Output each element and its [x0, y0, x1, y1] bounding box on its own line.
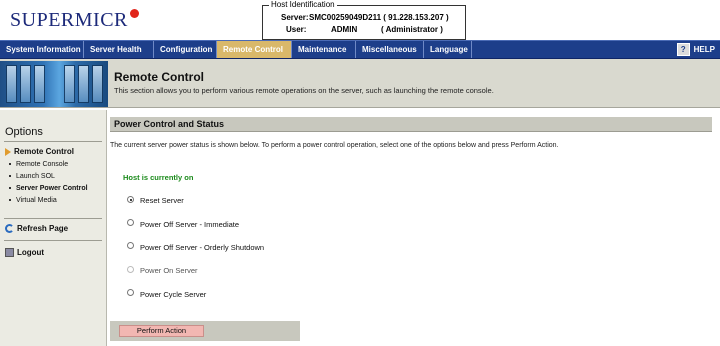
- nav-maintenance[interactable]: Maintenance: [292, 41, 356, 58]
- section-header: Power Control and Status: [110, 117, 712, 132]
- user-role: ( Administrator ): [381, 25, 443, 34]
- top-bar: SUPERMICR Host Identification Server: SM…: [0, 0, 720, 40]
- rack-graphic: [78, 65, 89, 103]
- radio-reset-server[interactable]: [127, 196, 134, 203]
- sidebar-divider: [4, 141, 102, 142]
- logo-dot-icon: [129, 9, 139, 18]
- main-nav: System Information Server Health Configu…: [0, 40, 720, 59]
- bullet-icon: [9, 163, 11, 166]
- page-description: This section allows you to perform vario…: [114, 86, 494, 95]
- nav-configuration[interactable]: Configuration: [154, 41, 217, 58]
- option-label-reset-server: Reset Server: [140, 196, 184, 205]
- option-label-power-off-immediate: Power Off Server - Immediate: [140, 220, 240, 229]
- options-sidebar: Options Remote Control Remote Console La…: [0, 110, 107, 346]
- user-value: ADMIN: [331, 25, 358, 34]
- option-label-power-on-server: Power On Server: [140, 266, 198, 275]
- sidebar-item-label: Launch SOL: [16, 173, 55, 180]
- logout-icon: [5, 248, 14, 258]
- radio-power-cycle-server[interactable]: [127, 289, 134, 296]
- host-identification-legend: Host Identification: [269, 0, 337, 9]
- rack-graphic: [20, 65, 31, 103]
- sidebar-title: Options: [5, 126, 43, 138]
- nav-language[interactable]: Language: [424, 41, 472, 58]
- action-bar: Perform Action: [110, 321, 300, 341]
- power-status: Host is currently on: [123, 173, 194, 182]
- server-label: Server:: [281, 13, 309, 22]
- sidebar-section-remote-control[interactable]: Remote Control: [5, 147, 74, 156]
- rack-graphic: [6, 65, 17, 103]
- nav-miscellaneous[interactable]: Miscellaneous: [356, 41, 424, 58]
- user-label: User:: [286, 25, 307, 34]
- bullet-icon: [9, 199, 11, 202]
- server-rack-image: [0, 61, 108, 107]
- radio-power-off-orderly[interactable]: [127, 242, 134, 249]
- refresh-icon: [5, 224, 14, 234]
- server-value: SMC00259049D211 ( 91.228.153.207 ): [309, 13, 449, 22]
- sidebar-section-label: Remote Control: [14, 147, 74, 156]
- sidebar-item-label: Virtual Media: [16, 197, 57, 204]
- help-label: HELP: [693, 45, 715, 54]
- radio-power-on-server: [127, 266, 134, 273]
- option-label-power-off-orderly: Power Off Server - Orderly Shutdown: [140, 243, 265, 252]
- radio-power-off-immediate[interactable]: [127, 219, 134, 226]
- logout-link[interactable]: Logout: [5, 248, 45, 258]
- bullet-icon: [9, 175, 11, 178]
- sidebar-item-virtual-media[interactable]: Virtual Media: [9, 197, 57, 204]
- page-title: Remote Control: [114, 70, 204, 84]
- option-label-power-cycle-server: Power Cycle Server: [140, 290, 207, 299]
- host-identification: Host Identification Server: SMC00259049D…: [262, 0, 466, 40]
- sidebar-item-server-power-control[interactable]: Server Power Control: [9, 185, 88, 192]
- supermicro-logo: SUPERMICR: [10, 9, 139, 32]
- refresh-page-link[interactable]: Refresh Page: [5, 224, 69, 234]
- help-link[interactable]: ? HELP: [676, 43, 715, 57]
- sidebar-item-label: Server Power Control: [16, 185, 88, 192]
- refresh-label: Refresh Page: [17, 224, 69, 233]
- nav-system-information[interactable]: System Information: [0, 41, 84, 58]
- rack-graphic: [92, 65, 103, 103]
- sidebar-divider: [4, 240, 102, 241]
- bullet-icon: [9, 187, 11, 190]
- question-icon: ?: [676, 43, 690, 57]
- logout-label: Logout: [17, 248, 45, 257]
- rack-graphic: [64, 65, 75, 103]
- sidebar-item-launch-sol[interactable]: Launch SOL: [9, 173, 55, 180]
- perform-action-button[interactable]: Perform Action: [119, 325, 204, 337]
- nav-remote-control[interactable]: Remote Control: [217, 41, 292, 58]
- nav-server-health[interactable]: Server Health: [84, 41, 154, 58]
- sidebar-item-label: Remote Console: [16, 161, 69, 168]
- sidebar-divider: [4, 218, 102, 219]
- section-description: The current server power status is shown…: [110, 142, 559, 149]
- sidebar-item-remote-console[interactable]: Remote Console: [9, 161, 68, 168]
- section-header-title: Power Control and Status: [114, 119, 225, 129]
- section-banner: [0, 59, 720, 108]
- rack-graphic: [34, 65, 45, 103]
- logo-text: SUPERMICR: [10, 9, 128, 31]
- arrow-right-icon: [5, 147, 11, 156]
